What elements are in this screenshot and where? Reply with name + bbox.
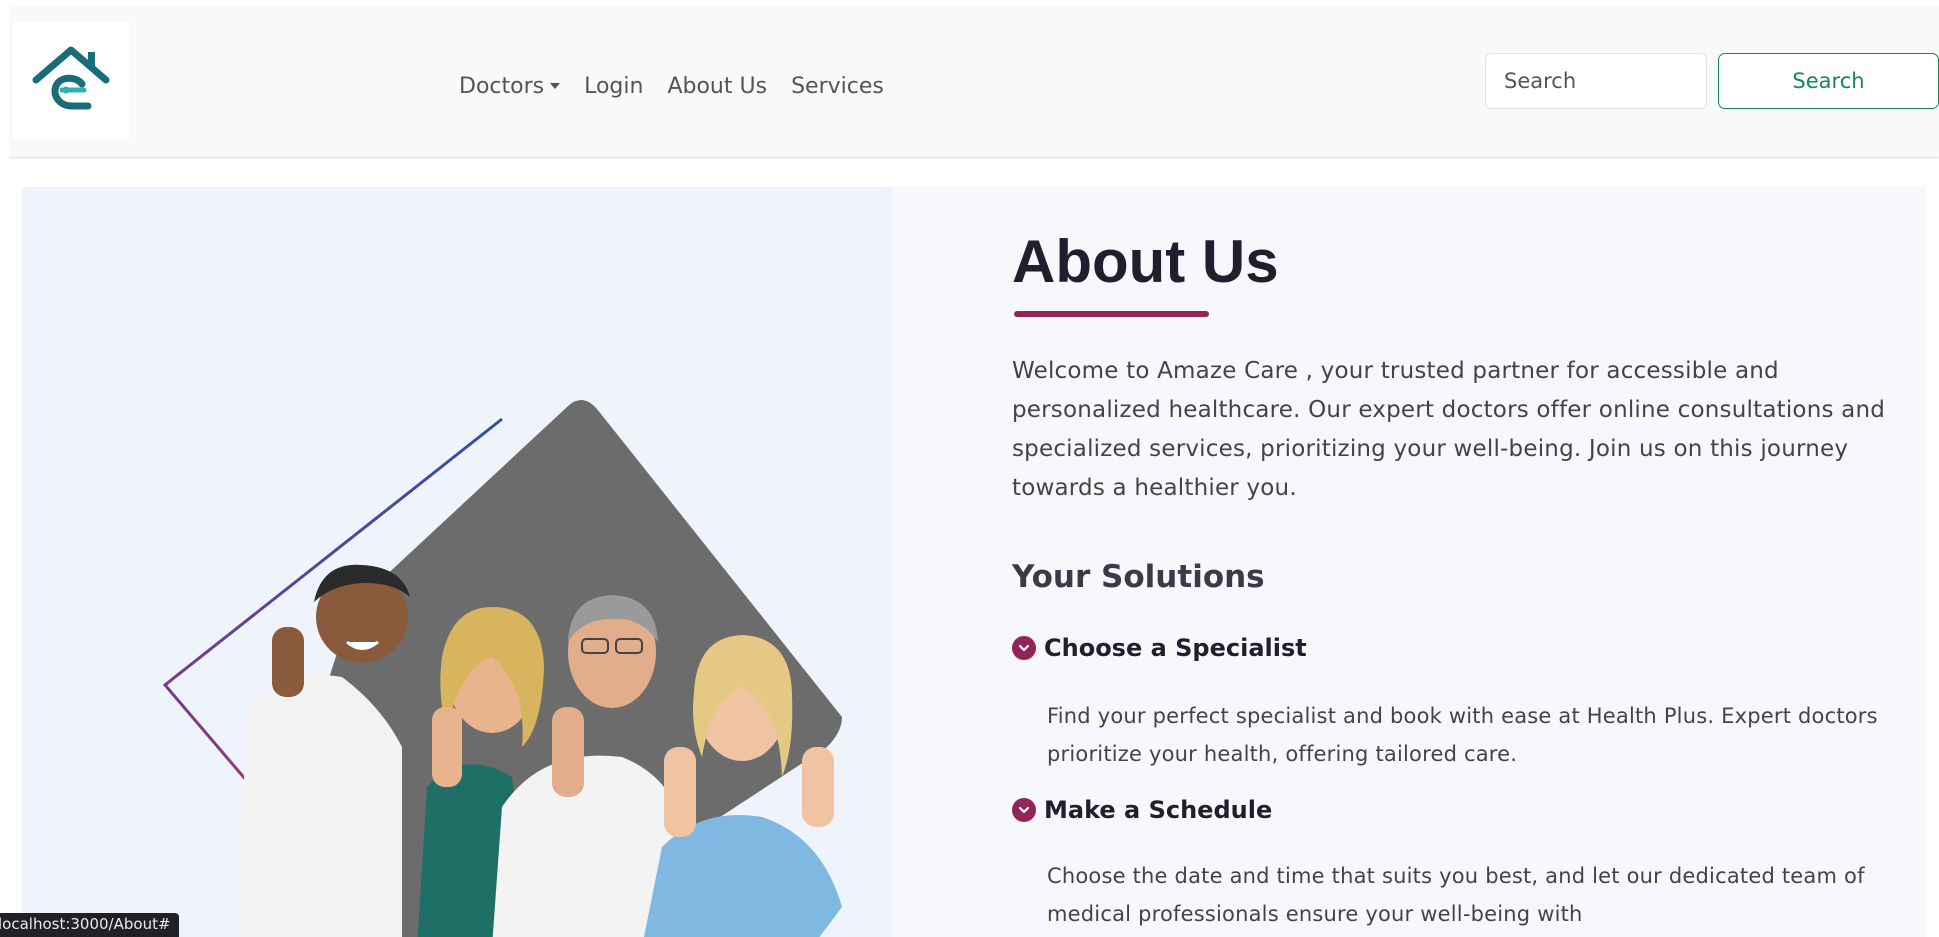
nav-doctors-dropdown[interactable]: Doctors (459, 73, 561, 99)
title-underline (1014, 311, 1209, 317)
solution-heading-label: Choose a Specialist (1044, 634, 1307, 662)
search-button[interactable]: Search (1718, 53, 1939, 109)
link-status-bar: localhost:3000/About# (0, 913, 179, 937)
house-logo-icon (32, 46, 110, 110)
solutions-heading: Your Solutions (1012, 559, 1265, 595)
chevron-circle-icon (1012, 636, 1036, 660)
solution-heading-schedule: Make a Schedule (1012, 796, 1272, 824)
solution-heading-specialist: Choose a Specialist (1012, 634, 1307, 662)
chevron-circle-icon (1012, 798, 1036, 822)
solution-description-specialist: Find your perfect specialist and book wi… (1047, 704, 1878, 766)
caret-down-icon (550, 83, 561, 89)
solution-heading-label: Make a Schedule (1044, 796, 1273, 824)
nav-about-us[interactable]: About Us (667, 74, 767, 99)
about-section: About Us Welcome to Amaze Care , your tr… (22, 187, 1926, 937)
nav-services[interactable]: Services (791, 74, 884, 99)
search-input[interactable] (1485, 53, 1707, 109)
brand-logo[interactable] (12, 22, 129, 139)
page-title: About Us (1012, 228, 1279, 295)
doctor-figure-1 (237, 564, 410, 937)
navbar: Doctors Login About Us Services Search (10, 6, 1939, 158)
intro-paragraph: Welcome to Amaze Care , your trusted par… (1012, 358, 1886, 501)
solution-description-schedule: Choose the date and time that suits you … (1047, 864, 1865, 926)
main-nav: Doctors Login About Us Services (459, 68, 884, 104)
nav-doctors-label: Doctors (459, 73, 545, 99)
nav-login[interactable]: Login (584, 74, 643, 99)
doctors-illustration (162, 400, 842, 937)
